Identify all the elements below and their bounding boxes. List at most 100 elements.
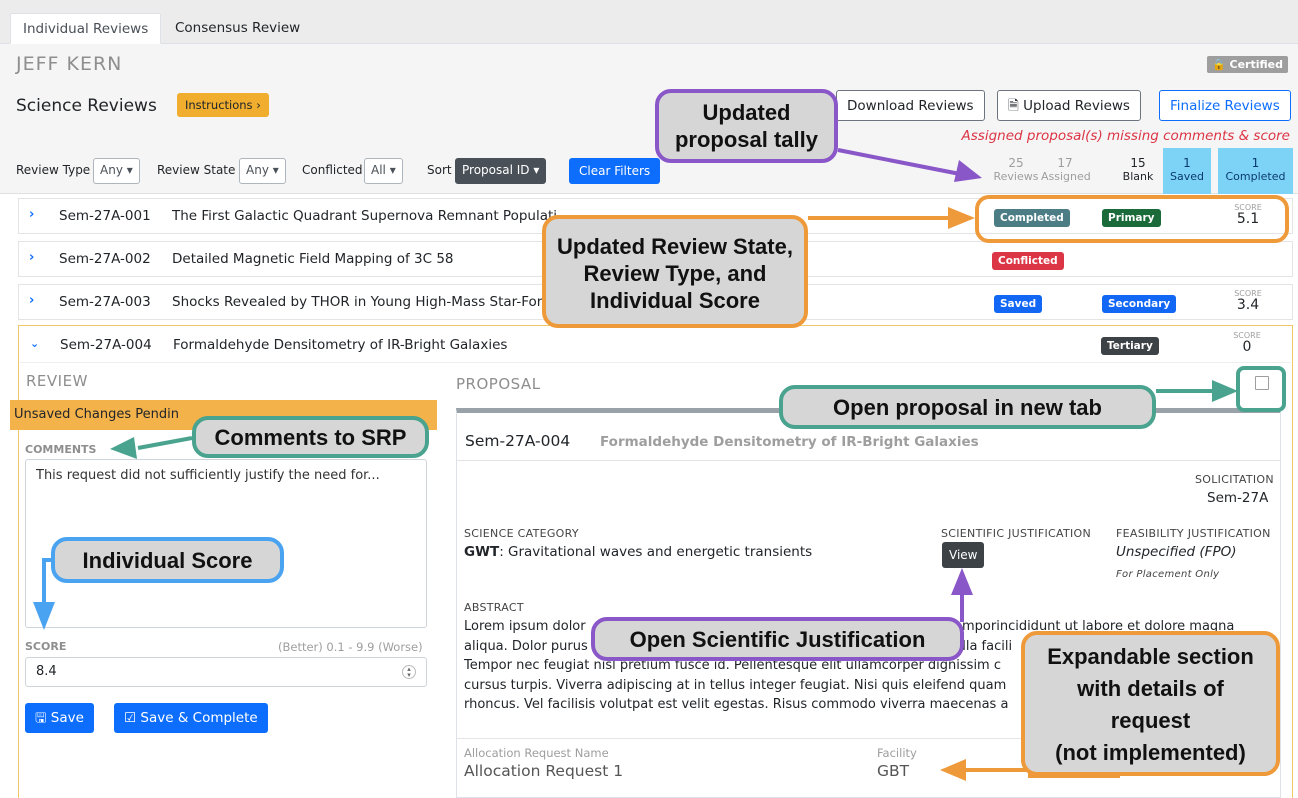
- tally-blank-label: Blank: [1122, 170, 1154, 183]
- review-section-label: REVIEW: [26, 372, 88, 390]
- user-bar: JEFF KERN 🔒 Certified: [0, 44, 1298, 82]
- proposal-title: The First Galactic Quadrant Supernova Re…: [172, 208, 558, 224]
- tally-saved-count: 1: [1183, 156, 1191, 170]
- upload-reviews-label: Upload Reviews: [1023, 98, 1130, 114]
- review-state-label: Review State: [157, 163, 236, 177]
- proposal-title: Detailed Magnetic Field Mapping of 3C 58: [172, 251, 454, 267]
- score-value: 0: [1242, 339, 1252, 355]
- upload-reviews-button[interactable]: 🗎 Upload Reviews: [997, 90, 1141, 121]
- science-category-code: GWT: [464, 544, 500, 560]
- state-callout: Updated Review State, Review Type, and I…: [542, 215, 808, 328]
- filter-bar: Review Type Any ▾ Review State Any ▾ Con…: [0, 148, 1298, 194]
- view-justification-button[interactable]: View: [942, 542, 985, 568]
- state-badge: Conflicted: [992, 252, 1064, 270]
- solicitation-label: SOLICITATION: [1195, 473, 1274, 486]
- proposal-card-title: Formaldehyde Densitometry of IR-Bright G…: [600, 434, 979, 450]
- row-score: SCORE 3.4: [1223, 288, 1273, 313]
- tally-assigned-count: 17: [1057, 156, 1073, 170]
- score-callout: Individual Score: [51, 537, 284, 583]
- proposal-title: Shocks Revealed by THOR in Young High-Ma…: [172, 294, 543, 310]
- tally-saved[interactable]: 1 Saved: [1163, 148, 1211, 194]
- reviews-header: Science Reviews Instructions › Download …: [0, 82, 1298, 148]
- tally-assigned[interactable]: 17 Assigned: [1041, 148, 1091, 194]
- instructions-button[interactable]: Instructions ›: [177, 93, 269, 117]
- feasibility-value: Unspecified (FPO): [1116, 544, 1237, 560]
- review-type-select[interactable]: Any ▾: [93, 158, 140, 184]
- proposal-section-label: PROPOSAL: [456, 375, 541, 393]
- score-label: SCORE: [25, 640, 67, 653]
- proposal-id: Sem-27A-004: [60, 337, 152, 353]
- abstract-label: ABSTRACT: [464, 601, 524, 614]
- proposal-id: Sem-27A-001: [59, 208, 151, 224]
- science-category-text: : Gravitational waves and energetic tran…: [499, 544, 813, 560]
- chevron-right-icon[interactable]: ›: [29, 293, 34, 308]
- callout-line: Updated: [702, 100, 791, 125]
- certified-badge: 🔒 Certified: [1206, 56, 1288, 73]
- row-status-highlight: [975, 195, 1289, 243]
- tally-reviews[interactable]: 25 Reviews: [992, 148, 1040, 194]
- save-label: Save: [50, 710, 84, 726]
- state-badge: Saved: [994, 295, 1043, 313]
- sort-label: Sort: [427, 163, 452, 177]
- type-badge: Secondary: [1102, 295, 1177, 313]
- proposal-id: Sem-27A-002: [59, 251, 151, 267]
- sort-select[interactable]: Proposal ID ▾: [455, 158, 547, 184]
- callout-line: Expandable section: [1047, 644, 1254, 669]
- type-badge: Tertiary: [1101, 337, 1159, 355]
- conflicted-label: Conflicted: [302, 163, 363, 177]
- proposal-title: Formaldehyde Densitometry of IR-Bright G…: [173, 337, 508, 353]
- tally-assigned-label: Assigned: [1041, 170, 1091, 183]
- save-complete-button[interactable]: ☑ Save & Complete: [114, 703, 268, 733]
- callout-line: Updated Review State,: [557, 234, 793, 259]
- callout-line: request: [1110, 708, 1191, 733]
- chevron-down-icon[interactable]: ⌄: [30, 337, 39, 350]
- finalize-reviews-button[interactable]: Finalize Reviews: [1159, 90, 1291, 121]
- callout-line: proposal tally: [674, 127, 819, 152]
- callout-line: (not implemented): [1055, 740, 1246, 765]
- stepper-icon[interactable]: ▴ ▾: [402, 665, 416, 679]
- comments-label: COMMENTS: [25, 443, 97, 456]
- missing-warning: Assigned proposal(s) missing comments & …: [961, 128, 1290, 144]
- comments-callout: Comments to SRP: [192, 416, 429, 458]
- tally-blank-count: 15: [1130, 156, 1146, 170]
- science-category-value: GWT: Gravitational waves and energetic t…: [464, 544, 812, 560]
- conflicted-select[interactable]: All ▾: [364, 158, 403, 184]
- tab-individual-reviews[interactable]: Individual Reviews: [10, 13, 162, 44]
- reviewer-name: JEFF KERN: [16, 53, 123, 75]
- tally-saved-label: Saved: [1170, 170, 1204, 183]
- open-tab-highlight: [1236, 366, 1286, 412]
- score-value: 3.4: [1236, 297, 1260, 313]
- expand-callout: Expandable section with details of reque…: [1021, 631, 1280, 776]
- abstract-line: Lorem ipsum dolor: [464, 619, 586, 634]
- review-type-label: Review Type: [16, 163, 91, 177]
- callout-line: with details of: [1077, 676, 1224, 701]
- tally-completed[interactable]: 1 Completed: [1218, 148, 1293, 194]
- scientific-justification-label: SCIENTIFIC JUSTIFICATION: [941, 527, 1092, 540]
- tally-blank[interactable]: 15 Blank: [1114, 148, 1162, 194]
- file-icon: 🗎: [1008, 98, 1024, 114]
- clear-filters-button[interactable]: Clear Filters: [569, 158, 661, 184]
- allocation-request-value: Allocation Request 1: [464, 762, 624, 780]
- callout-line: Individual Score: [590, 288, 760, 313]
- tally-callout: Updated proposal tally: [655, 89, 838, 163]
- tally-reviews-label: Reviews: [993, 170, 1039, 183]
- feasibility-label: FEASIBILITY JUSTIFICATION: [1116, 527, 1271, 540]
- review-state-select[interactable]: Any ▾: [239, 158, 286, 184]
- allocation-request-label: Allocation Request Name: [464, 746, 609, 760]
- tab-consensus-review[interactable]: Consensus Review: [163, 13, 312, 44]
- download-reviews-button[interactable]: Download Reviews: [836, 90, 985, 121]
- proposal-id: Sem-27A-003: [59, 294, 151, 310]
- tab-bar: Individual Reviews Consensus Review: [0, 0, 1298, 44]
- page-title: Science Reviews: [16, 96, 157, 116]
- open-tab-callout: Open proposal in new tab: [779, 385, 1156, 429]
- proposal-card-id: Sem-27A-004: [465, 432, 571, 450]
- solicitation-value: Sem-27A: [1207, 490, 1269, 506]
- proposal-row-expanded[interactable]: ⌄ Sem-27A-004 Formaldehyde Densitometry …: [20, 327, 1291, 363]
- chevron-right-icon[interactable]: ›: [29, 207, 34, 222]
- abstract-line: aliqua. Dolor purus: [464, 638, 588, 654]
- tally-reviews-count: 25: [1008, 156, 1024, 170]
- chevron-right-icon[interactable]: ›: [29, 250, 34, 265]
- facility-value: GBT: [877, 762, 910, 780]
- save-button[interactable]: 🖫 Save: [25, 703, 94, 733]
- score-input[interactable]: 8.4 ▴ ▾: [25, 657, 427, 687]
